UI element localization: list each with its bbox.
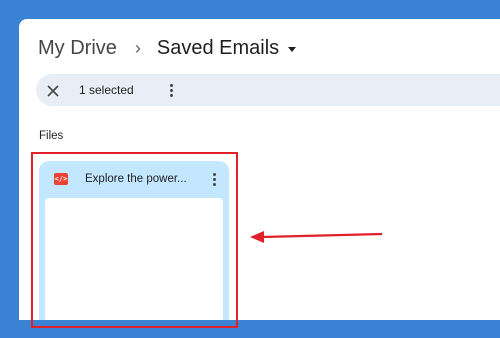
selection-more-actions-button[interactable] bbox=[166, 82, 177, 99]
selection-count: 1 selected bbox=[79, 83, 134, 97]
breadcrumb-separator-icon: › bbox=[134, 37, 141, 58]
selection-toolbar: 1 selected bbox=[36, 74, 500, 106]
more-vert-icon bbox=[169, 83, 173, 87]
breadcrumb-current-folder-menu[interactable]: Saved Emails bbox=[156, 36, 297, 60]
clear-selection-button[interactable] bbox=[47, 84, 59, 97]
breadcrumb-my-drive[interactable]: My Drive bbox=[38, 37, 117, 60]
annotation-arrow-icon bbox=[250, 231, 383, 243]
close-icon bbox=[47, 85, 59, 97]
dropdown-caret-icon bbox=[288, 46, 297, 52]
annotation-highlight-box bbox=[31, 152, 238, 328]
current-folder-label: Saved Emails bbox=[156, 36, 280, 59]
files-section-heading: Files bbox=[39, 130, 64, 142]
breadcrumb: My Drive › Saved Emails bbox=[38, 33, 297, 63]
